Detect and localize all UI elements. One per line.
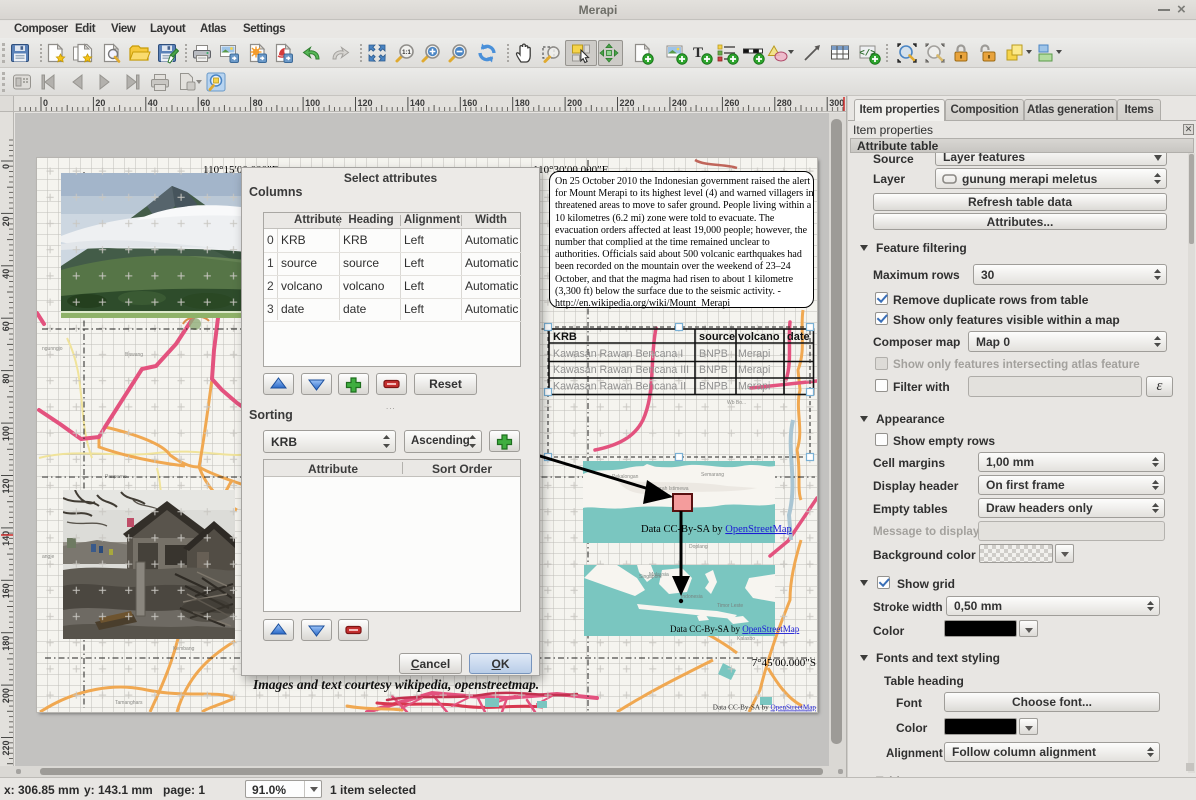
svg-text:260: 260 xyxy=(724,98,739,108)
svg-text:Timor Leste: Timor Leste xyxy=(717,603,743,609)
svg-text:BNPB: BNPB xyxy=(699,381,728,393)
svg-text:Kawasan Rawan Bencana I: Kawasan Rawan Bencana I xyxy=(553,348,683,360)
svg-text:Data CC-By-SA by OpenStreetMap: Data CC-By-SA by OpenStreetMap xyxy=(713,704,817,712)
svg-text:Kawasan Rawan Bencana II: Kawasan Rawan Bencana II xyxy=(553,381,686,393)
svg-text:Merapi: Merapi xyxy=(738,348,770,360)
svg-text:date: date xyxy=(787,331,810,343)
svg-text:1:1: 1:1 xyxy=(402,50,411,56)
svg-text:100: 100 xyxy=(305,98,320,108)
svg-text:volcano: volcano xyxy=(738,331,780,343)
svg-text:Merapi: Merapi xyxy=(738,364,770,376)
svg-text:KRB: KRB xyxy=(553,331,577,343)
svg-text:60: 60 xyxy=(200,98,210,108)
svg-text:20: 20 xyxy=(1,216,11,226)
svg-text:160: 160 xyxy=(462,98,477,108)
svg-text:20: 20 xyxy=(95,98,105,108)
svg-text:40: 40 xyxy=(148,98,158,108)
svg-text:60: 60 xyxy=(1,321,11,331)
svg-text:BNPB: BNPB xyxy=(699,364,728,376)
svg-text:220: 220 xyxy=(620,98,635,108)
svg-text:Singapore: Singapore xyxy=(639,574,662,580)
svg-text:Merapi: Merapi xyxy=(738,381,770,393)
svg-text:120: 120 xyxy=(358,98,373,108)
svg-text:80: 80 xyxy=(253,98,263,108)
svg-text:source: source xyxy=(699,331,735,343)
svg-text:40: 40 xyxy=(1,269,11,279)
svg-text:Semarang: Semarang xyxy=(701,472,724,478)
svg-text:200: 200 xyxy=(567,98,582,108)
svg-text:Indonesia: Indonesia xyxy=(681,594,703,600)
svg-text:180: 180 xyxy=(515,98,530,108)
svg-text:7°45′00.000″S: 7°45′00.000″S xyxy=(752,657,816,669)
svg-text:0: 0 xyxy=(43,98,48,108)
svg-text:140: 140 xyxy=(410,98,425,108)
svg-text:Data CC-By-SA by OpenStreetMap: Data CC-By-SA by OpenStreetMap xyxy=(670,624,800,634)
svg-text:Kawasan Rawan Bencana III: Kawasan Rawan Bencana III xyxy=(553,364,689,376)
svg-text:280: 280 xyxy=(777,98,792,108)
svg-text:300: 300 xyxy=(829,98,844,108)
svg-text:80: 80 xyxy=(1,374,11,384)
svg-text:240: 240 xyxy=(672,98,687,108)
svg-text:BNPB: BNPB xyxy=(699,348,728,360)
svg-text:Data CC-By-SA by OpenStreetMap: Data CC-By-SA by OpenStreetMap xyxy=(641,524,792,535)
